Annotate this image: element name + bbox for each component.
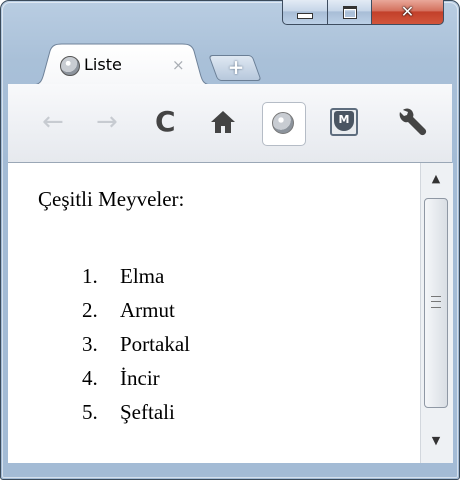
list-item-label: Portakal (120, 332, 190, 356)
window-bottom-edge (8, 463, 452, 471)
scroll-down-icon[interactable]: ▼ (428, 434, 444, 450)
list-item-label: İncir (120, 366, 160, 390)
list-item-number: 3. (82, 332, 98, 356)
globe-icon (60, 56, 80, 76)
tab-liste[interactable] (32, 43, 212, 85)
forward-arrow-icon[interactable]: → (96, 108, 118, 136)
minimize-icon (297, 13, 313, 19)
list-item-number: 4. (82, 366, 98, 390)
home-icon[interactable] (209, 108, 237, 136)
list-item-label: Elma (120, 264, 165, 288)
list-item-number: 1. (82, 264, 98, 288)
scroll-up-icon[interactable]: ▲ (428, 172, 444, 188)
list-item-number: 2. (82, 298, 98, 322)
wrench-icon[interactable] (397, 106, 429, 136)
grip-icon (431, 296, 441, 308)
maximize-icon (342, 5, 357, 19)
list-item-label: Şeftali (120, 400, 175, 424)
close-icon: ✕ (400, 2, 415, 21)
page-heading: Çeşitli Meyveler: (38, 187, 185, 211)
tab-title: Liste (84, 55, 122, 74)
back-arrow-icon[interactable]: ← (42, 108, 64, 136)
maximize-button[interactable] (328, 0, 372, 25)
tab-close-icon[interactable]: × (172, 56, 185, 74)
close-window-button[interactable]: ✕ (372, 0, 444, 25)
list-item-label: Armut (120, 298, 175, 322)
reload-icon[interactable]: C (155, 108, 176, 136)
caption-buttons: ✕ (282, 0, 444, 27)
plus-icon: + (227, 55, 245, 79)
page-content: Çeşitli Meyveler: 1. Elma 2. Armut 3. Po… (8, 163, 420, 463)
page-globe-icon (272, 112, 294, 134)
list-item-number: 5. (82, 400, 98, 424)
shield-extension-icon: M (334, 111, 354, 131)
minimize-button[interactable] (282, 0, 328, 25)
